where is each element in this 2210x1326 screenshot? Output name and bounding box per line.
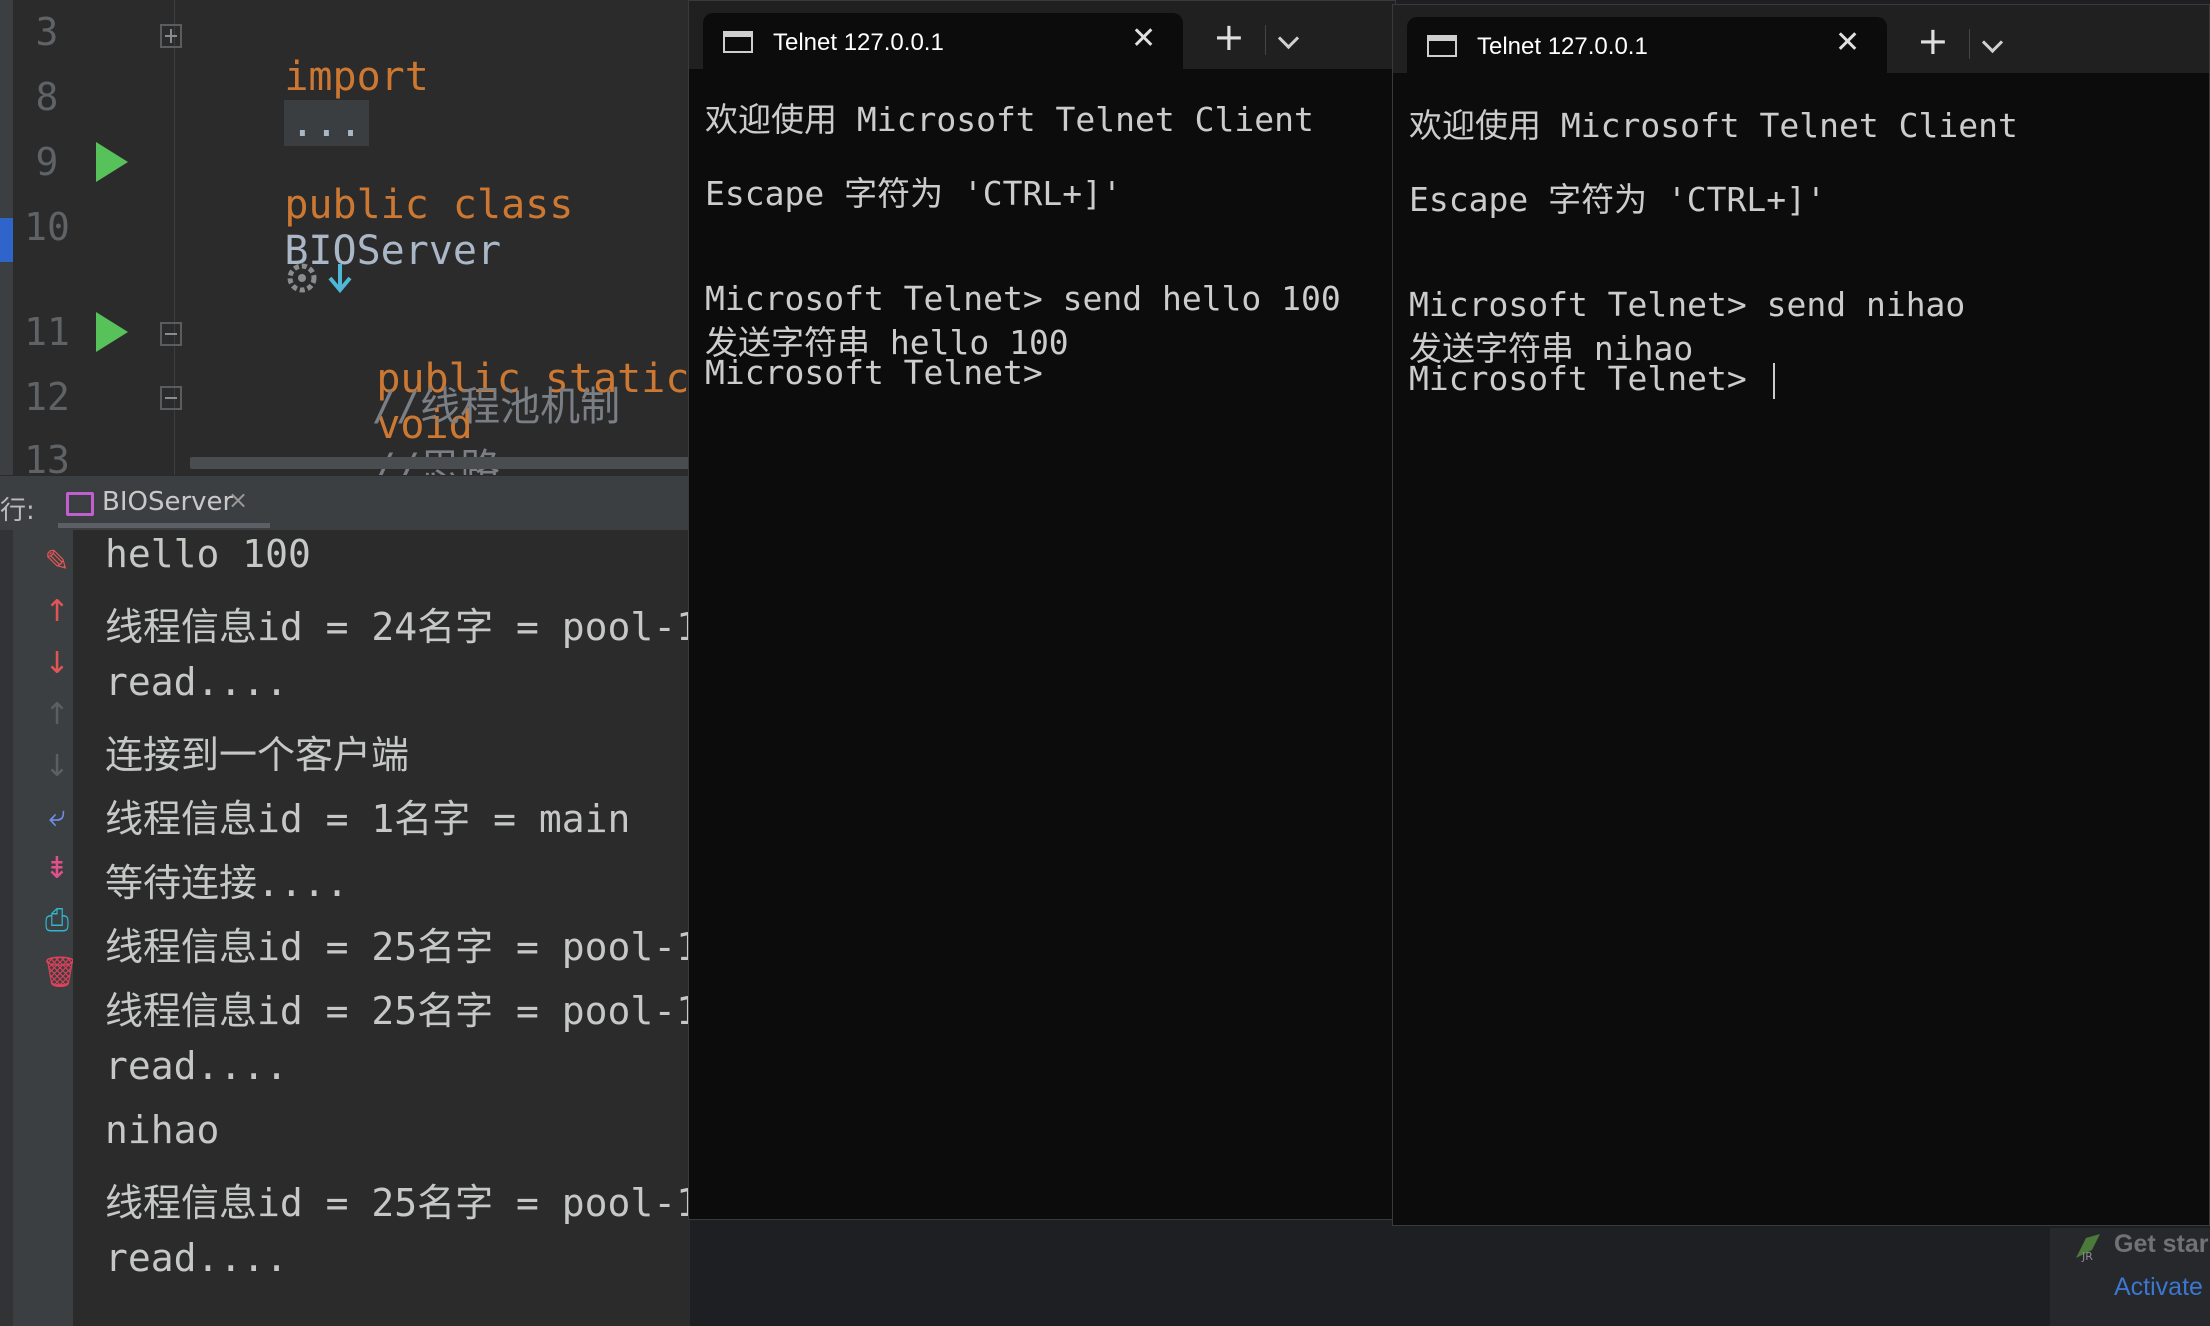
edit-icon[interactable]: ✎ <box>41 545 73 579</box>
close-tab-icon[interactable]: × <box>228 486 248 514</box>
text-cursor <box>1772 362 1775 399</box>
terminal-prompt: Microsoft Telnet> <box>705 353 1043 392</box>
terminal-line: 欢迎使用 Microsoft Telnet Client <box>1409 106 2018 145</box>
console-line: nihao <box>105 1108 220 1152</box>
scroll-down-icon[interactable]: ↓ <box>41 647 73 681</box>
console-line: 线程信息id = 25名字 = pool-1 <box>105 1181 700 1225</box>
console-line: read.... <box>105 1236 289 1280</box>
console-line: 线程信息id = 1名字 = main <box>105 797 631 841</box>
print-icon[interactable]: ⎙ <box>41 904 73 938</box>
soft-wrap-icon[interactable]: ⤶ <box>41 800 73 834</box>
svg-text:JR: JR <box>2081 1250 2093 1262</box>
close-tab-icon[interactable]: ✕ <box>1835 25 1860 60</box>
run-config-icon <box>66 492 94 516</box>
scroll-to-end-icon[interactable]: ⇟ <box>41 852 73 886</box>
terminal-tab[interactable]: Telnet 127.0.0.1 ✕ <box>703 13 1183 71</box>
caret-line-marker <box>0 218 13 262</box>
horizontal-scrollbar[interactable] <box>190 457 690 469</box>
run-main-icon[interactable] <box>96 312 128 352</box>
active-tab-indicator <box>58 523 270 528</box>
console-line: 等待连接.... <box>105 861 349 905</box>
tool-window-strip <box>0 530 13 1326</box>
telnet-window-right[interactable]: Telnet 127.0.0.1 ✕ + 欢迎使用 Microsoft Teln… <box>1392 4 2210 1226</box>
console-line: 线程信息id = 24名字 = pool-1 <box>105 605 700 649</box>
terminal-line: 欢迎使用 Microsoft Telnet Client <box>705 100 1314 139</box>
fold-expand-icon[interactable] <box>160 24 182 48</box>
terminal-icon <box>723 31 753 53</box>
console-line: 线程信息id = 25名字 = pool-1 <box>105 925 700 969</box>
line-number: 12 <box>24 375 70 419</box>
line-number: 11 <box>24 310 70 354</box>
close-tab-icon[interactable]: ✕ <box>1131 21 1156 56</box>
tab-title: Telnet 127.0.0.1 <box>773 29 944 56</box>
terminal-prompt[interactable]: Microsoft Telnet> <box>1409 359 1775 399</box>
line-number: 8 <box>35 75 59 119</box>
fold-collapse-icon[interactable] <box>160 386 182 410</box>
terminal-line: Escape 字符为 'CTRL+]' <box>1409 180 1826 219</box>
tab-title: Telnet 127.0.0.1 <box>1477 33 1648 60</box>
console-output[interactable]: hello 100 线程信息id = 24名字 = pool-1 read...… <box>73 530 699 1326</box>
prompt-text: Microsoft Telnet> <box>1409 359 1767 398</box>
up-arrow-icon: ↑ <box>44 697 70 732</box>
down-arrow-icon: ↓ <box>44 749 70 784</box>
run-class-icon[interactable] <box>96 142 128 182</box>
scroll-up-icon[interactable]: ↑ <box>41 595 73 629</box>
new-tab-button[interactable]: + <box>1917 19 1949 63</box>
run-toolbar: ✎ ↑ ↓ ↑ ↓ ⤶ ⇟ ⎙ 🗑 <box>13 530 79 1326</box>
code-comment: //线程池机制 <box>372 384 621 430</box>
watermark-line1: Get star <box>2114 1230 2209 1258</box>
trash-icon[interactable]: 🗑 <box>41 956 79 990</box>
line-number: 9 <box>35 140 59 184</box>
terminal-tab[interactable]: Telnet 127.0.0.1 ✕ <box>1407 17 1887 75</box>
console-line: read.... <box>105 660 289 704</box>
divider <box>1265 25 1266 55</box>
console-line: 线程信息id = 25名字 = pool-1 <box>105 989 700 1033</box>
import-keyword: import <box>284 54 429 100</box>
code-editor[interactable]: 3 8 9 10 11 12 13 import ... public clas… <box>0 0 690 492</box>
telnet-window-left[interactable]: Telnet 127.0.0.1 ✕ + 欢迎使用 Microsoft Teln… <box>688 0 1396 1220</box>
divider <box>1969 29 1970 59</box>
watermark-line2[interactable]: Activate <box>2114 1273 2203 1302</box>
console-line: read.... <box>105 1044 289 1088</box>
terminal-icon <box>1427 35 1457 57</box>
class-keywords: public class <box>284 182 574 228</box>
jetbrains-logo-icon: JR <box>2076 1234 2100 1262</box>
terminal-line: Microsoft Telnet> send nihao <box>1409 285 1966 324</box>
terminal-line: Microsoft Telnet> send hello 100 <box>705 279 1341 318</box>
tab-bioserver[interactable]: BIOServer <box>102 487 233 517</box>
run-panel-label: 行: <box>0 496 35 526</box>
line-number: 10 <box>24 205 70 249</box>
new-tab-button[interactable]: + <box>1213 15 1245 59</box>
fold-collapse-icon[interactable] <box>160 322 182 346</box>
line-number: 3 <box>35 10 59 54</box>
gear-override-icon[interactable] <box>282 258 354 298</box>
console-line: 连接到一个客户端 <box>105 733 410 777</box>
terminal-line: Escape 字符为 'CTRL+]' <box>705 174 1122 213</box>
console-line: hello 100 <box>105 532 311 576</box>
